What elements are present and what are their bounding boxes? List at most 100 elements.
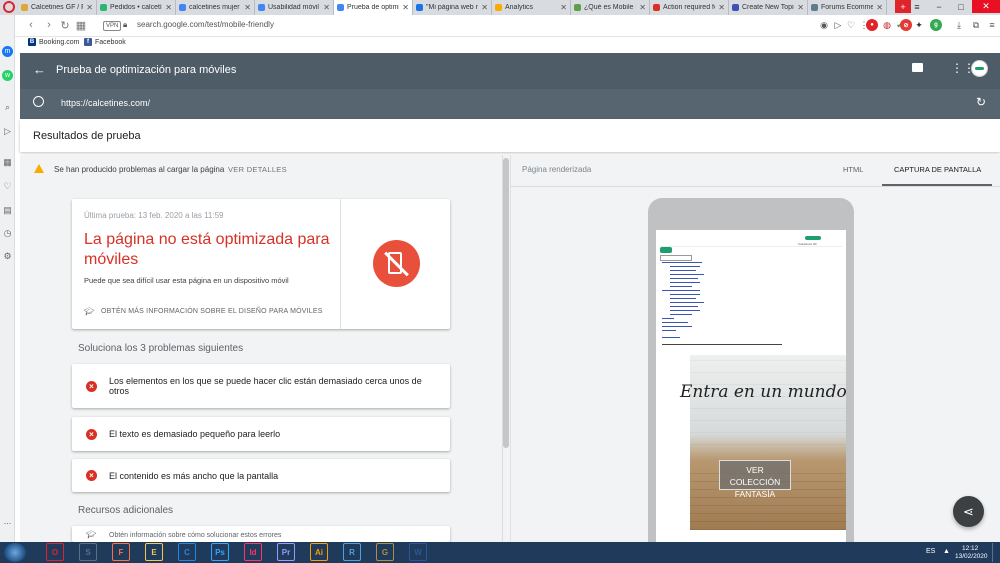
taskbar-app-icon[interactable]: Pr — [277, 543, 295, 561]
tab-close-icon[interactable]: ✕ — [876, 3, 883, 12]
lock-icon[interactable]: 🔒︎ — [123, 20, 127, 30]
view-details-link[interactable]: VER DETALLES — [228, 165, 287, 174]
issue-item-content-width[interactable]: × El contenido es más ancho que la pantal… — [72, 459, 450, 492]
browser-tab[interactable]: Forums Ecommer ✕ — [808, 0, 887, 15]
resource-card[interactable]: 🎓︎ Obtén información sobre cómo solucion… — [72, 526, 450, 542]
send-icon[interactable]: ▷ — [2, 126, 13, 137]
show-desktop-button[interactable] — [992, 543, 1000, 562]
url-bar — [20, 89, 1000, 119]
browser-tab[interactable]: Analytics ✕ — [492, 0, 571, 15]
tab-label: ¿Qué es Mobile Fi — [584, 4, 637, 11]
tab-favicon-icon — [258, 4, 265, 11]
opera-logo-icon[interactable] — [3, 1, 15, 13]
reload-icon[interactable]: ↻ — [58, 18, 72, 32]
clock-date[interactable]: 13/02/2020 — [955, 553, 988, 560]
extension-shield-icon[interactable]: ◍ — [881, 19, 893, 31]
minimize-icon[interactable]: − — [928, 0, 950, 13]
extension-bookmark-icon[interactable]: ✦ — [913, 19, 925, 31]
heart-icon[interactable]: ♡ — [2, 181, 13, 192]
browser-tab[interactable]: Pedidos • calcetín ✕ — [97, 0, 176, 15]
close-window-icon[interactable]: ✕ — [972, 0, 1000, 13]
camera-icon[interactable]: ◉ — [818, 19, 830, 31]
taskbar-app-icon[interactable]: Ps — [211, 543, 229, 561]
download-icon[interactable]: ⤓ — [953, 19, 965, 31]
browser-tab[interactable]: Create New Topic ✕ — [729, 0, 808, 15]
back-arrow-icon[interactable]: ← — [33, 62, 46, 77]
tab-close-icon[interactable]: ✕ — [86, 3, 93, 12]
search-icon[interactable]: ⌕ — [2, 102, 13, 113]
tab-close-icon[interactable]: ✕ — [718, 3, 725, 12]
avatar[interactable] — [971, 60, 988, 77]
taskbar-app-icon[interactable]: W — [409, 543, 427, 561]
language-indicator[interactable]: ES — [926, 548, 935, 555]
browser-tab[interactable]: Prueba de optimiz ✕ — [334, 0, 413, 15]
easy-setup-icon[interactable]: ≡ — [986, 19, 998, 31]
tab-close-icon[interactable]: ✕ — [560, 3, 567, 12]
last-test-date: Última prueba: 13 feb. 2020 a las 11:59 — [84, 211, 224, 220]
tab-screenshot[interactable]: CAPTURA DE PANTALLA — [894, 165, 981, 174]
history-icon[interactable]: ◷ — [2, 228, 13, 239]
extension-block-icon[interactable]: ⊘ — [900, 19, 912, 31]
tab-close-icon[interactable]: ✕ — [797, 3, 804, 12]
share-icon[interactable]: ⋖ — [953, 496, 984, 527]
tab-label: Usabilidad móvil — [268, 4, 319, 11]
speed-dial-icon[interactable]: ▦ — [2, 157, 13, 168]
retest-icon[interactable]: ↻ — [976, 95, 986, 109]
taskbar-app-icon[interactable]: Id — [244, 543, 262, 561]
bookmark-heart-icon[interactable]: ♡ — [845, 19, 857, 31]
browser-tab[interactable]: Usabilidad móvil ✕ — [255, 0, 334, 15]
issue-item-text-size[interactable]: × El texto es demasiado pequeño para leer… — [72, 417, 450, 451]
snapshot-icon[interactable]: ⧉ — [970, 19, 982, 31]
browser-tab[interactable]: Calcetines GF / Fu✕ — [18, 0, 97, 15]
tested-url[interactable]: https://calcetines.com/ — [61, 98, 150, 108]
tab-close-icon[interactable]: ✕ — [323, 3, 330, 12]
settings-icon[interactable]: ⚙ — [2, 251, 13, 262]
bookmark-booking[interactable]: B Booking.com — [28, 38, 79, 46]
tab-favicon-icon — [416, 4, 423, 11]
warning-text: Se han producido problemas al cargar la … — [54, 165, 225, 174]
maximize-icon[interactable]: □ — [950, 0, 972, 13]
bookmark-facebook[interactable]: f Facebook — [84, 38, 126, 46]
tabs-grid-icon[interactable]: ▦ — [74, 18, 88, 32]
tab-search-icon[interactable]: ≡ — [912, 0, 922, 13]
taskbar-app-icon[interactable]: Ai — [310, 543, 328, 561]
messenger-icon[interactable]: m — [2, 46, 13, 57]
tab-close-icon[interactable]: ✕ — [481, 3, 488, 12]
browser-tab[interactable]: calcetines mujer - ✕ — [176, 0, 255, 15]
taskbar-app-icon[interactable]: G — [376, 543, 394, 561]
extension-green-icon[interactable]: g — [930, 19, 942, 31]
url-field[interactable]: search.google.com/test/mobile-friendly — [137, 20, 274, 29]
taskbar-app-icon[interactable]: O — [46, 543, 64, 561]
issue-text: El texto es demasiado pequeño para leerl… — [109, 429, 281, 439]
forward-icon[interactable]: › — [42, 18, 56, 32]
tab-html[interactable]: HTML — [843, 165, 863, 174]
browser-tab[interactable]: ¿Qué es Mobile Fi ✕ — [571, 0, 650, 15]
browser-tab[interactable]: "Mi página web no ✕ — [413, 0, 492, 15]
sidebar-more-button[interactable]: ... — [2, 515, 13, 526]
send-page-icon[interactable]: ▷ — [832, 19, 844, 31]
tab-close-icon[interactable]: ✕ — [244, 3, 251, 12]
taskbar-app-icon[interactable]: F — [112, 543, 130, 561]
whatsapp-icon[interactable]: w — [2, 70, 13, 81]
taskbar-app-icon[interactable]: R — [343, 543, 361, 561]
news-icon[interactable]: ▤ — [2, 205, 13, 216]
browser-tab[interactable]: Action required fo ✕ — [650, 0, 729, 15]
tab-close-icon[interactable]: ✕ — [639, 3, 646, 12]
tray-arrow-icon[interactable]: ▲ — [943, 548, 950, 555]
learn-more-link[interactable]: OBTÉN MÁS INFORMACIÓN SOBRE EL DISEÑO PA… — [101, 308, 323, 315]
tab-close-icon[interactable]: ✕ — [165, 3, 172, 12]
tab-close-icon[interactable]: ✕ — [402, 3, 409, 12]
feedback-icon[interactable] — [912, 63, 923, 72]
taskbar-app-icon[interactable]: E — [145, 543, 163, 561]
taskbar-app-icon[interactable]: C — [178, 543, 196, 561]
start-button[interactable] — [4, 543, 26, 562]
back-icon[interactable]: ‹ — [24, 18, 38, 32]
vpn-badge[interactable]: VPN — [103, 21, 122, 31]
new-tab-button[interactable]: + — [895, 0, 911, 13]
issue-item-tap-targets[interactable]: × Los elementos en los que se puede hacer… — [72, 364, 450, 408]
taskbar-app-icon[interactable]: S — [79, 543, 97, 561]
clock-time[interactable]: 12:12 — [962, 545, 978, 552]
extension-red-icon[interactable]: ● — [866, 19, 878, 31]
scrollbar-thumb[interactable] — [503, 158, 509, 448]
opera-sidebar — [0, 15, 15, 542]
